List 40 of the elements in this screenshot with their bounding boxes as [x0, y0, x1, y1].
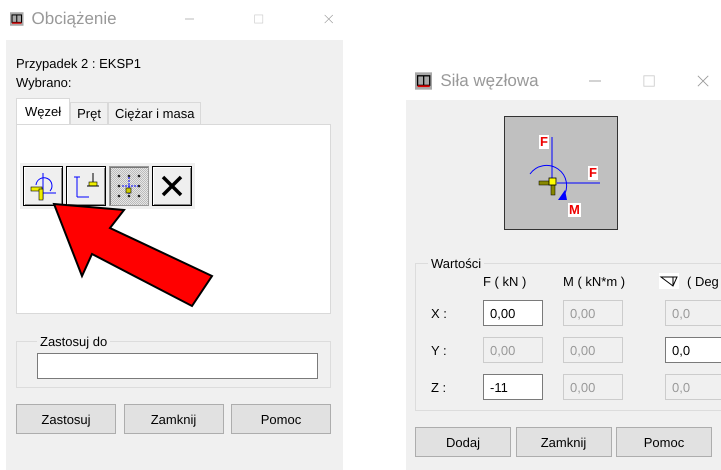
case-label: Przypadek 2 : EKSP1: [16, 55, 142, 73]
tool-button[interactable]: [23, 166, 63, 206]
window-title: Obciążenie: [32, 9, 117, 29]
node-force-icon: [28, 171, 58, 201]
angle-icon: [659, 273, 679, 289]
value-field[interactable]: -11: [483, 374, 543, 400]
axis-label: X :: [430, 306, 448, 320]
selection-label: Wybrano:: [16, 74, 72, 92]
close-icon[interactable]: [324, 12, 333, 26]
column-header: M ( kN*m ): [563, 274, 623, 288]
axis-label: Y :: [430, 342, 448, 358]
dialog-button[interactable]: Zastosuj: [16, 404, 116, 434]
dialog-button[interactable]: Pomoc: [231, 404, 331, 434]
tool-button[interactable]: [109, 166, 149, 206]
window-title: Siła węzłowa: [440, 71, 539, 91]
group-label: Wartości: [430, 256, 482, 271]
force-label: F: [588, 166, 598, 180]
dialog-button[interactable]: Zamknij: [124, 404, 224, 434]
value-field[interactable]: 0,00: [483, 300, 543, 326]
tool-button[interactable]: [152, 166, 192, 206]
force-label: F: [539, 135, 549, 149]
tool-button[interactable]: [66, 166, 106, 206]
dialog-button[interactable]: Zamknij: [516, 427, 612, 457]
close-icon[interactable]: [696, 74, 710, 88]
app-icon: [10, 9, 24, 29]
tab[interactable]: Węzeł: [16, 98, 70, 124]
value-field[interactable]: 0,0: [665, 337, 721, 363]
group-label: Zastosuj do: [39, 334, 108, 349]
dialog-button[interactable]: Dodaj: [415, 427, 511, 457]
column-header: F ( kN ): [483, 274, 528, 288]
axis-label: Z :: [430, 380, 448, 394]
app-icon: [415, 71, 432, 91]
maximize-icon[interactable]: [642, 74, 655, 88]
moment-label: M: [568, 203, 581, 217]
input-field[interactable]: [37, 353, 318, 379]
tab[interactable]: Ciężar i masa: [108, 102, 202, 124]
maximize-icon[interactable]: [254, 12, 264, 26]
column-header: ( Deg: [687, 274, 719, 288]
dialog-button[interactable]: Pomoc: [616, 427, 712, 457]
tab[interactable]: Pręt: [70, 102, 108, 124]
